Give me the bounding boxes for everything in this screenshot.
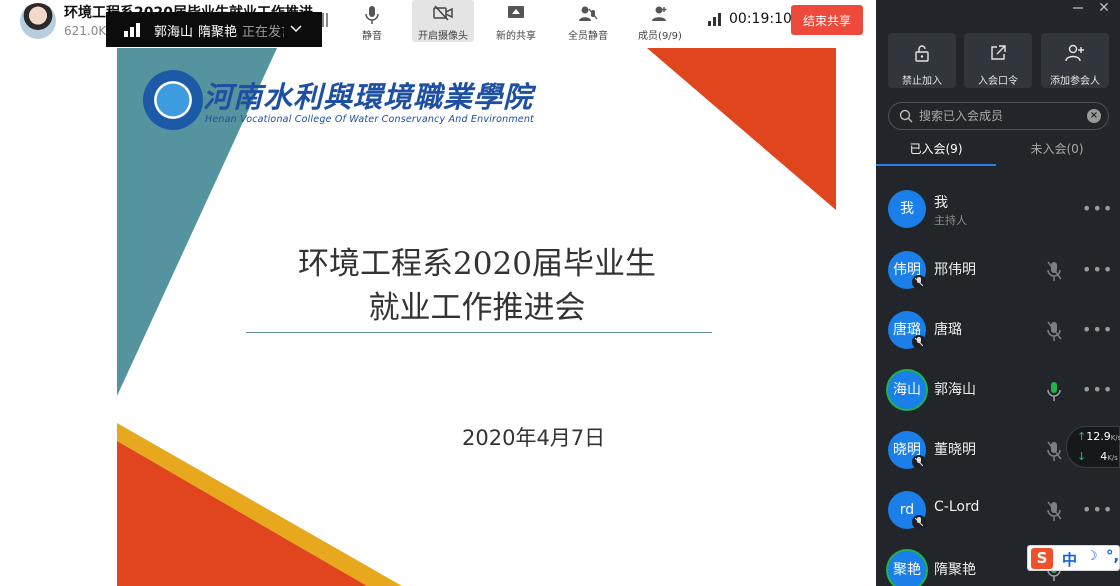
mute-all-icon [579,6,598,21]
more-options-icon[interactable]: ••• [1082,500,1113,519]
camera-button[interactable]: 开启摄像头 [412,0,474,42]
member-avatar: 我 [888,190,926,228]
share-screen-icon [508,6,524,18]
end-share-button[interactable]: 结束共享 [791,5,863,35]
slide-date: 2020年4月7日 [462,426,606,450]
add-user-icon [1065,44,1084,62]
mute-label: 静音 [362,31,382,42]
speaking-status: 正在发言 [242,25,284,40]
member-row[interactable]: 海山 郭海山 ••• [876,365,1120,415]
new-share-label: 新的共享 [496,31,536,42]
search-icon [899,109,913,123]
lock-meeting-button[interactable]: 禁止加入 [888,33,956,88]
microphone-muted-icon[interactable] [1046,260,1062,282]
camera-off-badge-icon [912,515,926,529]
ime-halfwidth-icon[interactable]: ☽ [1086,549,1098,564]
drag-handle[interactable] [322,13,328,27]
more-options-icon[interactable]: ••• [1082,199,1113,218]
members-button[interactable]: 成员(9/9) [629,0,691,42]
clear-search-icon[interactable]: × [1087,109,1101,123]
member-name: 邢伟明 [934,262,976,278]
ime-toolbar[interactable]: S 中 ☽ °, [1027,545,1120,571]
member-name: C-Lord [934,499,980,515]
member-row[interactable]: 唐璐 唐璐 ••• [876,305,1120,355]
ime-mode-toggle[interactable]: 中 [1062,549,1077,570]
slide-title-line: 就业工作推进会 [368,290,586,326]
volume-bars-icon [124,23,142,37]
member-name: 唐璐 [934,322,962,338]
meeting-code-label: 入会口令 [978,76,1018,87]
meeting-timer: 00:19:10 [729,11,792,27]
member-row[interactable]: rd C-Lord ••• [876,485,1120,535]
ime-punctuation-icon[interactable]: °, [1106,547,1119,565]
members-label: 成员(9/9) [638,31,682,42]
mute-all-label: 全员静音 [568,31,608,42]
microphone-icon [365,6,379,24]
logo-english-name: Henan Vocational College Of Water Conser… [205,114,534,125]
camera-off-badge-icon [912,275,926,289]
camera-off-badge-icon [912,335,926,349]
meeting-window: 环境工程系2020届毕业生就业工作推进 621.0Kb 郭海山 隋聚艳 正在发言… [0,0,1120,586]
member-avatar: 聚艳 [888,551,926,586]
camera-off-badge-icon [912,455,926,469]
member-search-box[interactable]: × [888,102,1109,130]
logo-chinese-name: 河南水利與環境職業學院 [203,80,534,114]
camera-label: 开启摄像头 [418,31,468,42]
member-name: 董晓明 [934,442,976,458]
member-avatar: 海山 [888,371,926,409]
add-participant-button[interactable]: 添加参会人 [1041,33,1109,88]
member-name: 郭海山 [934,382,976,398]
minimize-icon[interactable] [1071,2,1085,14]
shared-slide: 河南水利與環境職業學院 Henan Vocational College Of … [117,48,836,586]
ime-logo-icon[interactable]: S [1031,548,1053,569]
presenter-avatar[interactable] [20,3,56,39]
member-name: 隋聚艳 [934,562,976,578]
microphone-active-icon[interactable] [1046,380,1062,402]
lock-meeting-label: 禁止加入 [902,76,942,87]
mute-button[interactable]: 静音 [341,0,403,42]
speaker-name: 郭海山 [154,25,194,40]
camera-off-icon [433,5,453,21]
member-name: 我 [934,195,948,211]
close-icon[interactable]: ✕ [1095,0,1113,16]
member-row[interactable]: 伟明 邢伟明 ••• [876,245,1120,295]
new-share-button[interactable]: 新的共享 [485,0,547,42]
microphone-muted-icon[interactable] [1046,500,1062,522]
member-search-input[interactable] [919,107,1079,125]
mute-all-button[interactable]: 全员静音 [557,0,619,42]
tab-unjoined-members[interactable]: 未入会(0) [997,136,1117,166]
speaking-indicator[interactable]: 郭海山 隋聚艳 正在发言 [106,12,322,47]
college-logo: 河南水利與環境職業學院 Henan Vocational College Of … [143,70,534,132]
lock-icon [915,45,929,62]
upload-speed: ↑12.9K/s [1077,430,1120,443]
share-link-icon [991,45,1006,60]
microphone-muted-icon[interactable] [1046,320,1062,342]
slide-title-line: 环境工程系2020届毕业生 [298,246,656,282]
meeting-code-button[interactable]: 入会口令 [964,33,1032,88]
download-speed: ↓ 4K/s [1077,450,1118,463]
more-options-icon[interactable]: ••• [1082,320,1113,339]
slide-title: 环境工程系2020届毕业生 就业工作推进会 [237,242,717,330]
speaker-name: 隋聚艳 [198,25,238,40]
members-icon [652,6,667,21]
title-underline [246,332,712,333]
tab-joined-members[interactable]: 已入会(9) [876,136,996,166]
microphone-muted-icon[interactable] [1046,440,1062,462]
college-emblem-icon [143,70,203,130]
member-role: 主持人 [934,214,967,227]
chevron-down-icon[interactable] [290,23,302,35]
more-options-icon[interactable]: ••• [1082,260,1113,279]
more-options-icon[interactable]: ••• [1082,380,1113,399]
add-participant-label: 添加参会人 [1050,76,1100,87]
network-speed-widget[interactable]: ↑12.9K/s ↓ 4K/s [1066,426,1120,468]
signal-strength-icon [708,12,722,26]
member-row[interactable]: 我 我 主持人 ••• [876,184,1120,234]
